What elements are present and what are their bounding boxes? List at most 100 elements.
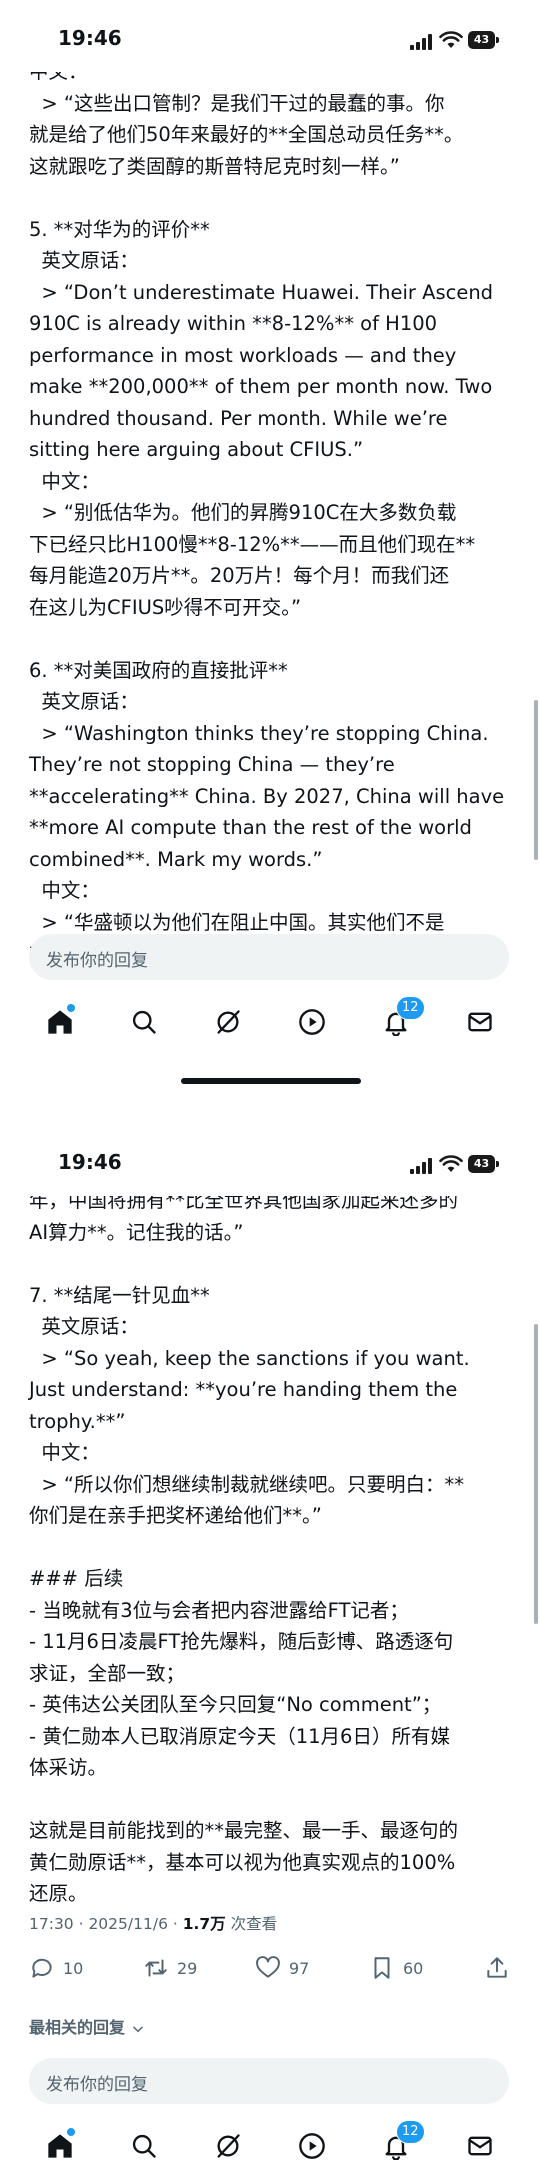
nav-notifications[interactable]: 12 xyxy=(370,2120,425,2170)
bottom-nav: 12 xyxy=(0,2120,540,2170)
nav-home[interactable] xyxy=(34,2120,84,2170)
text-line: 中文： xyxy=(29,1441,100,1464)
text-line: **accelerating** China. By 2027, China w… xyxy=(29,784,505,808)
text-line: - 11月6日凌晨FT抢先爆料，随后彭博、路透逐句 xyxy=(29,1630,454,1653)
text-line: ### 后续 xyxy=(29,1567,124,1590)
text-line: make **200,000** of them per month now. … xyxy=(29,375,493,398)
wifi-icon xyxy=(439,31,463,48)
reply-placeholder: 发布你的回复 xyxy=(46,2075,148,2095)
text-line: 黄仁勋原话**，基本可以视为他真实观点的100% xyxy=(29,1850,456,1874)
nav-home[interactable] xyxy=(34,996,84,1046)
nav-video[interactable] xyxy=(286,2120,336,2170)
battery-icon: 43 xyxy=(468,31,499,49)
home-indicator xyxy=(181,1078,361,1084)
text-line: 6. **对美国政府的直接批评** xyxy=(29,658,288,682)
text-line: 中文： xyxy=(29,469,100,493)
text-line: 你们是在亲手把奖杯递给他们**。” xyxy=(29,1504,322,1527)
tweet-actions: 10 29 97 60 xyxy=(29,1950,520,1986)
reply-input[interactable]: 发布你的回复 xyxy=(29,934,509,980)
status-time: 19:46 xyxy=(58,26,122,50)
chevron-down-icon xyxy=(132,2026,143,2032)
messages-icon xyxy=(468,2136,492,2156)
text-line: 7. **结尾一针见血** xyxy=(29,1283,210,1307)
home-unread-dot xyxy=(67,1004,75,1012)
text-line: 英文原话： xyxy=(29,690,139,713)
reply-count: 10 xyxy=(63,1958,84,1978)
nav-grok[interactable] xyxy=(202,996,252,1046)
share-button[interactable] xyxy=(484,1950,510,1986)
battery-level: 43 xyxy=(468,31,495,49)
reply-button[interactable]: 10 xyxy=(29,1950,83,1986)
grok-icon xyxy=(217,1010,240,1034)
status-time: 19:46 xyxy=(58,1150,122,1174)
home-icon xyxy=(48,1010,72,1034)
home-unread-dot xyxy=(67,2128,75,2136)
text-line: sitting here arguing about CFIUS.” xyxy=(29,438,364,461)
tweet-timestamp: 17:30 · 2025/11/6 · xyxy=(29,1915,183,1933)
text-line: > “所以你们想继续制裁就继续吧。只要明白：** xyxy=(29,1472,465,1496)
text-line: > “Don’t underestimate Huawei. Their Asc… xyxy=(29,280,494,304)
text-line: - 黄仁勋本人已取消原定今天（11月6日）所有媒 xyxy=(29,1724,450,1748)
view-count: 1.7万 xyxy=(182,1915,226,1933)
text-line: 5. **对华为的评价** xyxy=(29,217,210,241)
text-line: They’re not stopping China — they’re xyxy=(29,753,395,776)
text-line: > “Washington thinks they’re stopping Ch… xyxy=(29,721,489,745)
text-line: 中文： xyxy=(29,879,100,902)
text-line: 还原。 xyxy=(29,1882,88,1905)
like-button[interactable]: 97 xyxy=(255,1950,309,1986)
search-icon xyxy=(132,2134,156,2158)
tweet-meta: 17:30 · 2025/11/6 · 1.7万 次查看 xyxy=(29,1912,277,1934)
bottom-nav: 12 xyxy=(0,996,540,1046)
nav-search[interactable] xyxy=(118,996,168,1046)
text-line: combined**. Mark my words.” xyxy=(29,847,323,871)
text-line: AI算力**。记住我的话。” xyxy=(29,1220,244,1244)
reply-input[interactable]: 发布你的回复 xyxy=(29,2058,509,2104)
text-line: 这就是目前能找到的**最完整、最一手、最逐句的 xyxy=(29,1819,459,1842)
text-line: 这就跟吃了类固醇的斯普特尼克时刻一样。” xyxy=(29,154,400,178)
text-line: - 英伟达公关团队至今只回复“No comment”； xyxy=(29,1693,442,1716)
scrollbar[interactable] xyxy=(534,700,538,860)
video-icon xyxy=(299,1009,325,1035)
heart-icon xyxy=(256,1956,280,1978)
nav-search[interactable] xyxy=(118,2120,168,2170)
text-line: 就是给了他们50年来最好的**全国总动员任务**。 xyxy=(29,123,464,146)
text-line: 英文原话： xyxy=(29,1315,139,1338)
text-line: > “别低估华为。他们的昇腾910C在大多数负载 xyxy=(29,501,457,524)
nav-grok[interactable] xyxy=(202,2120,252,2170)
text-line: **more AI compute than the rest of the w… xyxy=(29,816,472,839)
tweet-text-part1: 中文： > “这些出口管制？是我们干过的最蠢的事。你就是给了他们50年来最好的*… xyxy=(29,56,530,970)
text-line: - 当晚就有3位与会者把内容泄露给FT记者； xyxy=(29,1598,409,1622)
sort-label: 最相关的回复 xyxy=(29,2018,126,2037)
text-line: 每月能造20万片**。20万片！每个月！而我们还 xyxy=(29,564,450,587)
like-count: 97 xyxy=(289,1958,310,1978)
bookmark-count: 60 xyxy=(403,1958,424,1978)
share-icon xyxy=(487,1957,507,1978)
bookmark-icon xyxy=(374,1957,390,1979)
wifi-icon xyxy=(439,1155,463,1172)
battery-level: 43 xyxy=(468,1155,495,1173)
reply-sort-dropdown[interactable]: 最相关的回复 xyxy=(29,2014,145,2038)
search-icon xyxy=(132,1010,156,1034)
bookmark-button[interactable]: 60 xyxy=(369,1950,423,1986)
text-line: hundred thousand. Per month. While we’re xyxy=(29,406,448,430)
reply-placeholder: 发布你的回复 xyxy=(46,951,148,971)
notification-badge: 12 xyxy=(396,996,425,1020)
nav-video[interactable] xyxy=(286,996,336,1046)
repost-icon xyxy=(145,1959,167,1977)
home-icon xyxy=(48,2134,72,2158)
battery-icon: 43 xyxy=(468,1155,499,1173)
repost-button[interactable]: 29 xyxy=(143,1950,197,1986)
text-line: 英文原话： xyxy=(29,249,139,272)
screenshot-bottom: 19:46 43 年，中国将拥有**比全世界其他国家加起来还多的 AI算力**。记… xyxy=(0,1124,540,2184)
video-icon xyxy=(299,2133,325,2159)
nav-messages[interactable] xyxy=(454,2120,504,2170)
scrollbar[interactable] xyxy=(534,1324,538,1624)
nav-notifications[interactable]: 12 xyxy=(370,996,425,1046)
grok-icon xyxy=(217,2134,240,2158)
nav-messages[interactable] xyxy=(454,996,504,1046)
text-line: 求证，全部一致； xyxy=(29,1661,186,1685)
